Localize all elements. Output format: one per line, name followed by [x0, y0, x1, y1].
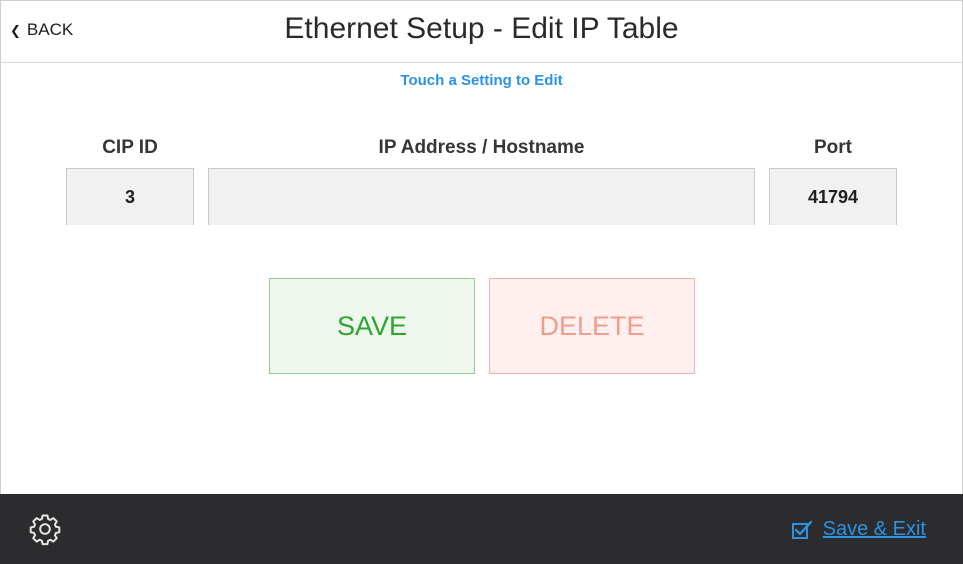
cip-id-field[interactable]: 3 — [66, 168, 194, 225]
column-header-ip-address: IP Address / Hostname — [378, 137, 585, 158]
page-title: Ethernet Setup - Edit IP Table — [284, 12, 679, 45]
column-header-cip-id: CIP ID — [102, 137, 158, 158]
delete-button-label: DELETE — [539, 310, 645, 341]
ip-address-field[interactable] — [208, 168, 755, 225]
save-and-exit-button[interactable]: Save & Exit — [791, 518, 926, 541]
delete-button[interactable]: DELETE — [489, 278, 695, 374]
column-header-port: Port — [814, 137, 852, 158]
edit-hint: Touch a Setting to Edit — [400, 72, 563, 89]
save-and-exit-label: Save & Exit — [822, 518, 926, 540]
footer-bar: Save & Exit — [0, 494, 963, 564]
gear-icon[interactable] — [28, 512, 62, 546]
header: ❮ BACK Ethernet Setup - Edit IP Table — [0, 0, 963, 63]
save-button-label: SAVE — [336, 310, 408, 341]
save-button[interactable]: SAVE — [269, 278, 475, 374]
checkbox-check-icon — [791, 520, 812, 539]
port-field[interactable]: 41794 — [769, 168, 897, 225]
